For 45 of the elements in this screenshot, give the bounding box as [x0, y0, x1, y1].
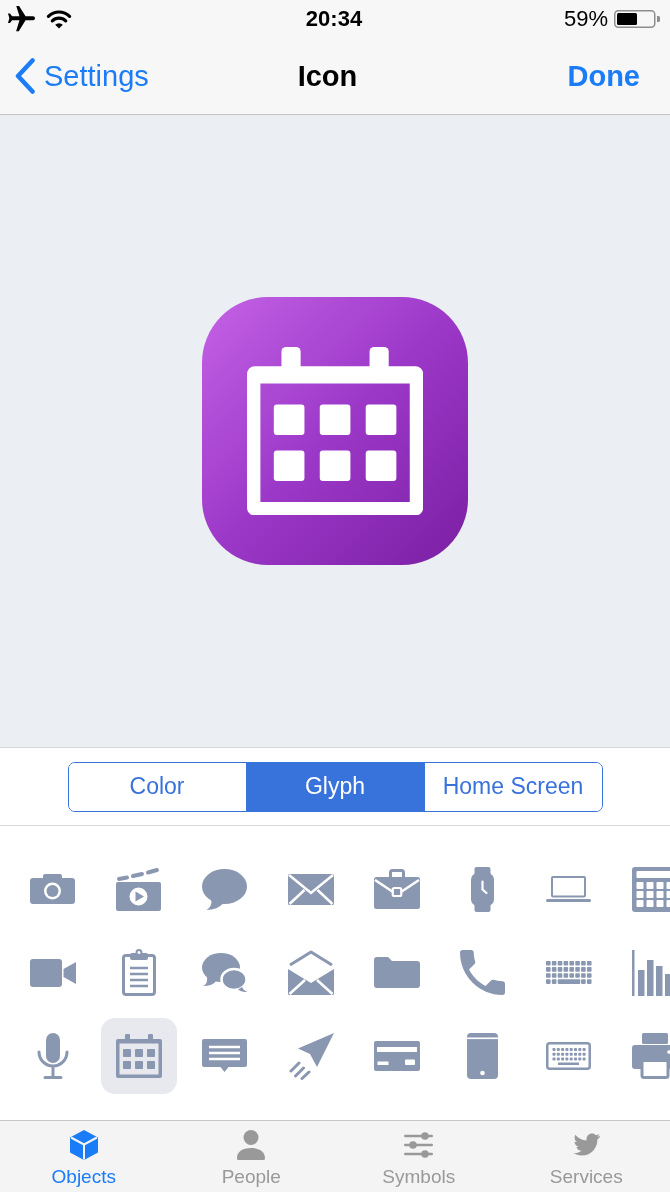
printer-icon	[631, 1033, 670, 1079]
screen-title: Icon	[297, 58, 358, 94]
battery-percentage: 59%	[563, 8, 608, 30]
laptop-icon	[546, 876, 591, 902]
open-envelope-icon	[287, 950, 334, 995]
message-icon	[202, 1039, 247, 1073]
back-button[interactable]: Settings	[15, 58, 149, 94]
camera-icon	[30, 874, 75, 904]
tab-bar-item[interactable]: People	[167, 1121, 335, 1192]
sliders-icon	[404, 1132, 434, 1158]
tab-bar-item[interactable]: Objects	[0, 1121, 168, 1192]
status-time: 20:34	[305, 8, 363, 30]
briefcase-icon	[373, 869, 420, 909]
watch-icon	[471, 866, 494, 912]
calendar-icon	[115, 1034, 162, 1078]
speech-bubble-icon	[202, 868, 247, 910]
calculator-icon	[631, 866, 670, 912]
clapperboard-icon	[116, 867, 161, 911]
chat-bubbles-icon	[201, 953, 248, 992]
cube-icon	[69, 1130, 98, 1160]
keyboard-icon	[545, 961, 592, 984]
tab-bar-item[interactable]: Symbols	[335, 1121, 503, 1192]
phone-icon	[460, 950, 505, 995]
keyboard-icon	[546, 1042, 591, 1070]
microphone-icon	[36, 1033, 69, 1079]
paper-plane-icon	[287, 1032, 334, 1080]
segment-tab[interactable]: Glyph	[245, 762, 424, 811]
bar-chart-icon	[631, 949, 670, 996]
app-icon	[202, 297, 468, 565]
done-button[interactable]: Done	[567, 58, 640, 94]
credit-card-icon	[373, 1041, 420, 1071]
segment-tab[interactable]: Home Screen	[423, 762, 602, 811]
tablet-icon	[467, 1033, 498, 1079]
bird-icon	[572, 1133, 600, 1157]
folder-icon	[373, 957, 420, 988]
battery-icon	[614, 10, 660, 28]
glyph-option[interactable]	[100, 1018, 177, 1094]
clipboard-icon	[121, 949, 156, 996]
chevron-left-icon	[15, 58, 35, 94]
tab-bar-item[interactable]: Services	[502, 1121, 670, 1192]
person-icon	[237, 1130, 266, 1160]
envelope-icon	[287, 873, 334, 905]
wifi-icon	[46, 9, 72, 29]
airplane-icon	[8, 6, 35, 32]
video-camera-icon	[29, 958, 76, 987]
